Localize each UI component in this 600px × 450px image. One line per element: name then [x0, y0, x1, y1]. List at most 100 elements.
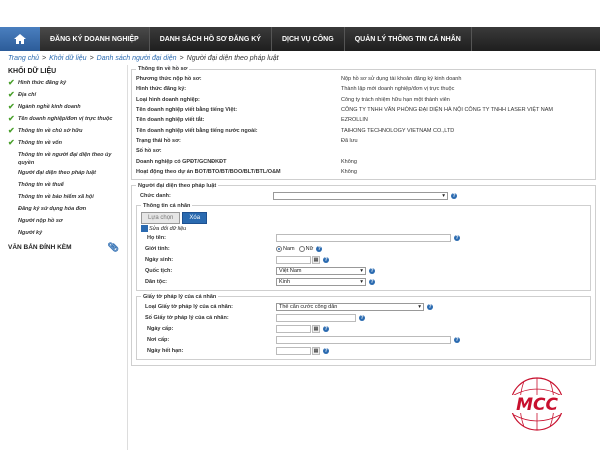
gender-row: Giới tính: Nam Nữ ? [141, 244, 586, 255]
personal-info-legend: Thông tin cá nhân [143, 202, 191, 209]
nationality-value: Việt Nam [279, 268, 302, 275]
delete-button[interactable]: Xóa [182, 211, 208, 224]
checkmark-icon: ✔ [8, 114, 15, 123]
main-content: Thông tin về hồ sơ Phương thức nộp hồ sơ… [131, 66, 596, 369]
doc-type-select[interactable]: Thẻ căn cước công dân ▾ [276, 303, 424, 312]
help-icon[interactable]: ? [359, 315, 365, 322]
checkmark-icon: ✔ [8, 102, 15, 111]
profile-info-row: Trạng thái hồ sơ: Đã lưu [136, 136, 591, 146]
chevron-down-icon: ▾ [360, 279, 363, 286]
sidebar-item-label: Thông tin về bảo hiểm xã hội [18, 194, 94, 200]
edit-checkbox[interactable] [141, 225, 148, 233]
profile-info-value: Nộp hồ sơ sử dụng tài khoản đăng ký kinh… [341, 76, 462, 83]
profile-info-section: Thông tin về hồ sơ Phương thức nộp hồ sơ… [131, 66, 596, 180]
select-button[interactable]: Lựa chọn [141, 211, 181, 224]
profile-info-value: Không [341, 168, 357, 175]
calendar-icon[interactable]: ▦ [312, 325, 320, 334]
help-icon[interactable]: ? [454, 235, 460, 242]
sidebar-title: KHỐI DỮ LIỆU [8, 68, 57, 75]
profile-info-row: Loại hình doanh nghiệp: Công ty trách nhi… [136, 95, 591, 105]
dob-input[interactable] [276, 256, 311, 265]
ethnic-value: Kinh [279, 279, 291, 286]
nationality-row: Quốc tịch: Việt Nam ▾ ? [141, 266, 586, 277]
doc-number-row: Số Giấy tờ pháp lý của cá nhân: ? [141, 313, 586, 324]
sidebar-item[interactable]: ✔ Ngành nghề kinh doanh [0, 102, 127, 114]
checkmark-icon: ✔ [8, 78, 15, 87]
dob-row: Ngày sinh: ▦ ? [141, 255, 586, 266]
home-icon [14, 34, 26, 44]
profile-info-value: Không [341, 158, 357, 165]
help-icon[interactable]: ? [454, 337, 460, 344]
gender-female-radio[interactable] [298, 246, 305, 253]
calendar-icon[interactable]: ▦ [312, 347, 320, 356]
profile-info-label: Doanh nghiệp có GPĐT/GCNĐKĐT [136, 158, 227, 165]
doc-number-input[interactable] [276, 314, 356, 323]
chevron-down-icon: ▾ [418, 304, 421, 311]
sidebar-item[interactable]: Thông tin về bảo hiểm xã hội [0, 192, 127, 204]
sidebar-item-label: Địa chỉ [18, 92, 37, 98]
logo-text: MCC [516, 395, 558, 415]
nav-personal-info[interactable]: QUẢN LÝ THÔNG TIN CÁ NHÂN [345, 27, 472, 51]
help-icon[interactable]: ? [369, 279, 375, 286]
breadcrumb-data-block[interactable]: Khởi dữ liệu [49, 55, 86, 62]
help-icon[interactable]: ? [369, 268, 375, 275]
sidebar-item[interactable]: ✔ Thông tin về vốn [0, 138, 127, 150]
sidebar-item-label: Thông tin về chủ sở hữu [18, 128, 83, 134]
help-icon[interactable]: ? [323, 326, 329, 333]
expiry-label: Ngày hết hạn: [147, 348, 184, 355]
home-button[interactable] [0, 27, 40, 51]
nav-registered-list[interactable]: DANH SÁCH HỒ SƠ ĐĂNG KÝ [150, 27, 272, 51]
name-input[interactable] [276, 234, 451, 243]
doc-type-row: Loại Giấy tờ pháp lý của cá nhân: Thẻ că… [141, 302, 586, 313]
sidebar-item[interactable]: Thông tin về thuế [0, 180, 127, 192]
profile-info-label: Phương thức nộp hồ sơ: [136, 76, 202, 83]
sidebar-item[interactable]: ✔ Tên doanh nghiệp/đơn vị trực thuộc [0, 114, 127, 126]
sidebar-item[interactable]: Người đại diện theo pháp luật [0, 168, 127, 180]
sidebar-item[interactable]: Người ký [0, 228, 127, 240]
help-icon[interactable]: ? [323, 257, 329, 264]
profile-info-row: Phương thức nộp hồ sơ: Nộp hồ sơ sử dụng … [136, 74, 591, 84]
gender-male-label: Nam [283, 246, 295, 253]
sidebar-item[interactable]: ✔ Địa chỉ [0, 90, 127, 102]
name-row: Họ tên: ? [141, 233, 586, 244]
nationality-select[interactable]: Việt Nam ▾ [276, 267, 366, 276]
sidebar-item[interactable]: ✔ Thông tin về chủ sở hữu [0, 126, 127, 138]
help-icon[interactable]: ? [316, 246, 323, 253]
profile-info-row: Tên doanh nghiệp viết tắt: EZROLLIN [136, 115, 591, 125]
help-icon[interactable]: ? [427, 304, 433, 311]
sidebar-item-label: Người đại diện theo pháp luật [18, 170, 96, 176]
profile-info-label: Hoạt động theo dự án BOT/BTO/BT/BOO/BLT/… [136, 168, 281, 175]
edit-label: Sửa đổi dữ liệu [149, 225, 187, 232]
expiry-input[interactable] [276, 347, 311, 356]
profile-info-label: Số hồ sơ: [136, 148, 162, 155]
help-icon[interactable]: ? [451, 193, 457, 200]
sidebar-item[interactable]: Đăng ký sử dụng hóa đơn [0, 204, 127, 216]
position-label: Chức danh: [140, 193, 171, 200]
profile-info-label: Tên doanh nghiệp viết bằng tiếng Việt: [136, 107, 238, 114]
checkmark-icon: ✔ [8, 126, 15, 135]
nav-register-business[interactable]: ĐĂNG KÝ DOANH NGHIỆP [40, 27, 150, 51]
sidebar-item[interactable]: Thông tin về người đại diện theo ủy quyề… [0, 150, 127, 168]
profile-info-row: Tên doanh nghiệp viết bằng tiếng Việt: CÔ… [136, 105, 591, 115]
position-select[interactable]: ▾ [273, 192, 448, 201]
sidebar-item[interactable]: ✔ Hình thức đăng ký [0, 78, 127, 90]
doc-number-label: Số Giấy tờ pháp lý của cá nhân: [145, 315, 229, 322]
paperclip-icon[interactable]: 📎︎ [108, 242, 119, 253]
sidebar-item[interactable]: Người nộp hồ sơ [0, 216, 127, 228]
profile-info-value: Đã lưu [341, 137, 358, 144]
profile-info-row: Tên doanh nghiệp viết bằng tiếng nước ng… [136, 125, 591, 135]
issue-date-input[interactable] [276, 325, 311, 334]
ethnic-select[interactable]: Kinh ▾ [276, 278, 366, 287]
calendar-icon[interactable]: ▦ [312, 256, 320, 265]
profile-info-value: CÔNG TY TNHH VĂN PHÒNG ĐẠI DIỆN HÀ NỘI C… [341, 107, 553, 114]
issue-place-input[interactable] [276, 336, 451, 345]
issue-date-row: Ngày cấp: ▦ ? [141, 324, 586, 335]
nav-public-services[interactable]: DỊCH VỤ CÔNG [272, 27, 345, 51]
profile-info-value: TAIHONG TECHNOLOGY VIETNAM CO.,LTD [341, 127, 455, 134]
chevron-down-icon: ▾ [360, 268, 363, 275]
breadcrumb-home[interactable]: Trang chủ [8, 55, 39, 62]
gender-male-radio[interactable] [276, 246, 282, 253]
checkmark-icon: ✔ [8, 138, 15, 147]
breadcrumb-rep-list[interactable]: Danh sách người đại diện [97, 55, 177, 62]
help-icon[interactable]: ? [323, 348, 329, 355]
